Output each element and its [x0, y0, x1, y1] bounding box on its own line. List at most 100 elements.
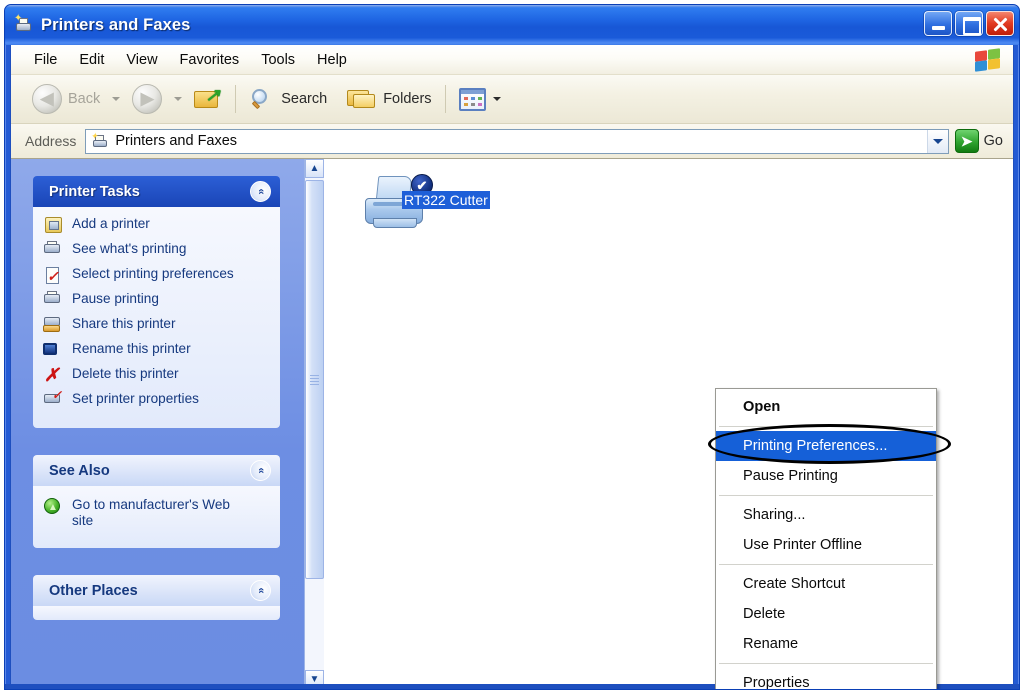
menu-edit[interactable]: Edit [68, 49, 115, 71]
caption-buttons [924, 11, 1014, 36]
menu-favorites[interactable]: Favorites [169, 49, 251, 71]
menu-tools[interactable]: Tools [250, 49, 306, 71]
printer-list-pane[interactable]: ✔ RT322 Cutter Open Printing Preferences… [324, 159, 1013, 689]
printer-name-label[interactable]: RT322 Cutter [402, 191, 490, 209]
chevron-up-icon[interactable]: « [250, 580, 271, 601]
chevron-up-icon[interactable]: « [250, 181, 271, 202]
panel-see-also-title: See Also [49, 462, 110, 479]
globe-icon: ▲ [43, 497, 65, 517]
forward-arrow-icon: ▶ [132, 84, 163, 114]
go-label: Go [983, 133, 1003, 149]
sidebar-scrollbar[interactable]: ▲ ▼ [304, 159, 324, 689]
views-dropdown-icon[interactable] [492, 97, 501, 101]
address-label: Address [25, 133, 77, 149]
printers-and-faxes-icon: ✦ [14, 14, 34, 35]
scrollbar-track[interactable] [305, 178, 324, 670]
sidebar-item-add-a-printer[interactable]: Add a printer [43, 216, 270, 236]
window-title: Printers and Faxes [41, 15, 191, 34]
sidebar-item-label: Rename this printer [72, 341, 191, 356]
search-icon [249, 87, 275, 111]
context-menu-item-use-printer-offline[interactable]: Use Printer Offline [716, 530, 936, 560]
back-button[interactable]: ◀ Back [27, 80, 105, 118]
menu-view[interactable]: View [115, 49, 168, 71]
context-menu-item-open[interactable]: Open [716, 392, 936, 422]
sidebar-item-label: Share this printer [72, 316, 176, 331]
task-sidebar: Printer Tasks « Add a printer See what's… [11, 159, 304, 689]
panel-printer-tasks-header[interactable]: Printer Tasks « [33, 176, 280, 207]
folders-button[interactable]: Folders [342, 80, 436, 118]
search-label: Search [281, 91, 328, 107]
panel-see-also-header[interactable]: See Also « [33, 455, 280, 486]
printer-context-menu[interactable]: Open Printing Preferences... Pause Print… [715, 388, 937, 689]
delete-printer-icon: ✗ [44, 365, 60, 385]
go-button[interactable]: ➤ Go [954, 129, 1003, 153]
printers-and-faxes-window: ✦ Printers and Faxes File Edit View Favo… [4, 4, 1020, 690]
select-printing-preferences-icon: ✓ [46, 267, 59, 284]
windows-flag-icon [973, 47, 1003, 73]
toolbar: ◀ Back ▶ ↗ Search Folders [11, 75, 1013, 124]
sidebar-item-label: Pause printing [72, 291, 159, 306]
sidebar-item-delete-this-printer[interactable]: ✗ Delete this printer [43, 366, 270, 386]
sidebar-item-share-this-printer[interactable]: Share this printer [43, 316, 270, 336]
back-label: Back [68, 91, 101, 107]
panel-other-places-title: Other Places [49, 582, 138, 599]
folders-label: Folders [383, 91, 432, 107]
context-menu-item-delete[interactable]: Delete [716, 599, 936, 629]
rename-printer-icon [43, 341, 65, 361]
back-arrow-icon: ◀ [32, 84, 62, 114]
sidebar-item-set-printer-properties[interactable]: ✓ Set printer properties [43, 389, 270, 411]
panel-see-also-body: ▲ Go to manufacturer's Web site [33, 486, 280, 548]
address-input[interactable]: ✦ Printers and Faxes [85, 128, 949, 154]
forward-dropdown-icon[interactable] [174, 97, 183, 101]
menu-bar: File Edit View Favorites Tools Help [11, 45, 1013, 75]
menu-file[interactable]: File [23, 49, 68, 71]
chevron-up-icon[interactable]: « [250, 460, 271, 481]
address-value: Printers and Faxes [115, 133, 238, 149]
close-button[interactable] [986, 11, 1014, 36]
maximize-button[interactable] [955, 11, 983, 36]
panel-see-also: See Also « ▲ Go to manufacturer's Web si… [33, 455, 280, 548]
context-menu-item-printing-preferences[interactable]: Printing Preferences... [716, 431, 936, 461]
context-menu-separator [719, 564, 933, 565]
address-bar: Address ✦ Printers and Faxes ➤ Go [11, 124, 1013, 159]
up-one-level-button[interactable]: ↗ [189, 80, 227, 118]
address-printers-icon: ✦ [90, 132, 109, 149]
window-client-area: File Edit View Favorites Tools Help ◀ Ba… [10, 45, 1014, 689]
scroll-up-button[interactable]: ▲ [305, 159, 324, 178]
context-menu-item-rename[interactable]: Rename [716, 629, 936, 659]
sidebar-item-go-to-manufacturers-web-site[interactable]: ▲ Go to manufacturer's Web site [43, 497, 270, 529]
toolbar-separator-2 [444, 85, 446, 113]
sidebar-item-label: Add a printer [72, 216, 150, 231]
see-whats-printing-icon [43, 241, 65, 261]
sidebar-item-pause-printing[interactable]: Pause printing [43, 291, 270, 311]
sidebar-item-label: See what's printing [72, 241, 187, 256]
set-printer-properties-icon: ✓ [43, 389, 65, 411]
sidebar-item-select-printing-preferences[interactable]: ✓ Select printing preferences [43, 266, 270, 286]
title-bar[interactable]: ✦ Printers and Faxes [5, 5, 1019, 45]
context-menu-item-properties[interactable]: Properties [716, 668, 936, 689]
back-dropdown-icon[interactable] [112, 97, 121, 101]
panel-other-places-body [33, 606, 280, 620]
toolbar-separator [235, 85, 237, 113]
sidebar-item-rename-this-printer[interactable]: Rename this printer [43, 341, 270, 361]
context-menu-item-create-shortcut[interactable]: Create Shortcut [716, 569, 936, 599]
sidebar-item-see-whats-printing[interactable]: See what's printing [43, 241, 270, 261]
sidebar-item-label: Select printing preferences [72, 266, 234, 281]
context-menu-item-pause-printing[interactable]: Pause Printing [716, 461, 936, 491]
menu-help[interactable]: Help [306, 49, 358, 71]
views-icon [458, 87, 486, 111]
scrollbar-thumb[interactable] [305, 180, 324, 579]
panel-other-places-header[interactable]: Other Places « [33, 575, 280, 606]
pause-printing-icon [43, 291, 65, 311]
panel-printer-tasks: Printer Tasks « Add a printer See what's… [33, 176, 280, 428]
context-menu-separator [719, 663, 933, 664]
up-folder-icon: ↗ [194, 86, 222, 111]
context-menu-item-sharing[interactable]: Sharing... [716, 500, 936, 530]
panel-printer-tasks-title: Printer Tasks [49, 183, 140, 200]
minimize-button[interactable] [924, 11, 952, 36]
views-button[interactable] [454, 80, 513, 118]
address-dropdown-button[interactable] [926, 129, 948, 153]
forward-button[interactable]: ▶ [127, 80, 167, 118]
search-button[interactable]: Search [244, 80, 332, 118]
panel-other-places: Other Places « [33, 575, 280, 620]
